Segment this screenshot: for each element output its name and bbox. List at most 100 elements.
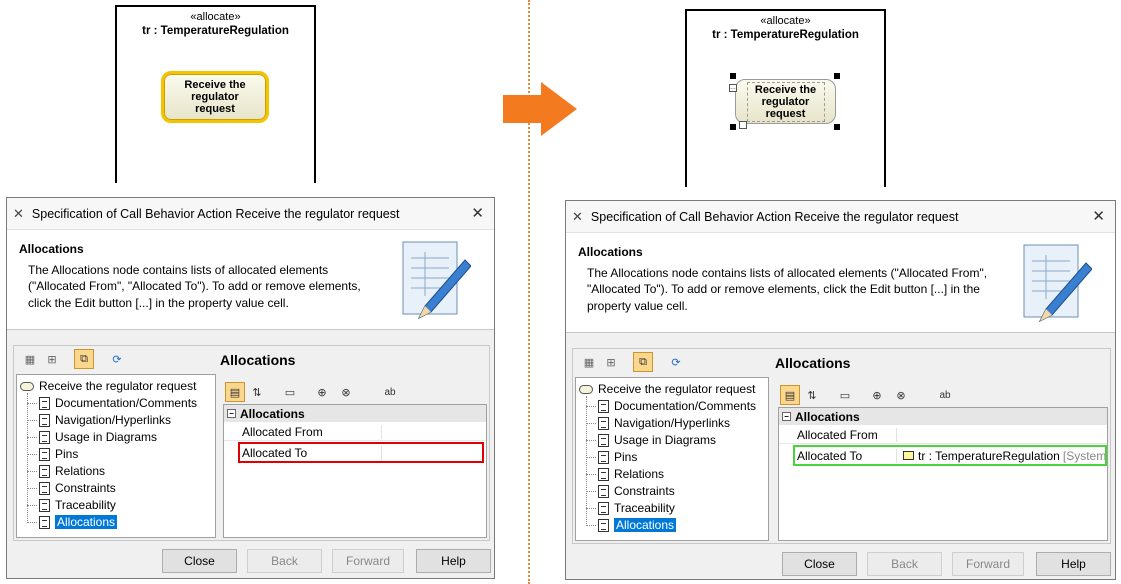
hierarchy-icon[interactable]: ⊞ — [43, 350, 61, 368]
app-icon: ✕ — [572, 208, 583, 224]
tree-item-allocations[interactable]: Allocations — [27, 514, 118, 530]
smart-manipulator-icon[interactable] — [739, 121, 747, 129]
dialog-title: Specification of Call Behavior Action Re… — [31, 206, 400, 221]
tree-item-relations[interactable]: Relations — [586, 466, 664, 482]
info-line: The Allocations node contains lists of a… — [587, 266, 988, 280]
property-row-highlighted[interactable]: Allocated To tr : TemperatureRegulation … — [793, 445, 1107, 466]
selection-handle[interactable] — [730, 73, 736, 79]
tree-panel: Receive the regulator request Documentat… — [16, 374, 216, 538]
tree-item-constraints[interactable]: Constraints — [586, 483, 675, 499]
group-row[interactable]: − Allocations — [779, 408, 1107, 425]
collapse-toggle-icon[interactable]: − — [782, 412, 791, 421]
tree-item-relations[interactable]: Relations — [27, 463, 105, 479]
stereotype-label: «allocate» — [190, 11, 241, 23]
tree-item-navigation[interactable]: Navigation/Hyperlinks — [586, 415, 730, 431]
property-row[interactable]: Allocated From — [224, 423, 486, 441]
collapse-icon[interactable]: ⊗ — [337, 383, 355, 401]
page-icon — [598, 416, 609, 430]
call-behavior-action[interactable]: Receive the regulator request — [161, 71, 269, 123]
selection-handle[interactable] — [730, 124, 736, 130]
property-value-owner: [System — [1062, 448, 1107, 463]
expand-icon[interactable]: ⊕ — [313, 383, 331, 401]
property-row[interactable]: Allocated From — [779, 426, 1107, 444]
collapse-icon[interactable]: ⊗ — [892, 386, 910, 404]
property-value[interactable]: tr : TemperatureRegulation — [918, 449, 1060, 463]
back-button[interactable]: Back — [867, 552, 942, 576]
page-icon — [39, 498, 50, 512]
tree-item-pins[interactable]: Pins — [586, 449, 637, 465]
page-icon — [39, 430, 50, 444]
grid-view-icon[interactable]: ▦ — [21, 350, 39, 368]
tree-item-documentation[interactable]: Documentation/Comments — [27, 395, 197, 411]
tree-root[interactable]: Receive the regulator request — [579, 381, 755, 397]
property-row-highlighted[interactable]: Allocated To — [238, 442, 484, 463]
close-button[interactable]: Close — [162, 549, 237, 573]
info-heading: Allocations — [19, 242, 84, 256]
close-icon[interactable]: ✕ — [471, 204, 484, 222]
smart-manipulator-icon[interactable]: … — [729, 84, 737, 92]
info-line: "Allocated To"). To add or remove elemen… — [587, 282, 980, 297]
collapse-toggle-icon[interactable]: − — [227, 409, 236, 418]
dialog-titlebar: ✕ Specification of Call Behavior Action … — [566, 201, 1115, 233]
info-description: The Allocations node contains lists of a… — [587, 265, 987, 314]
tree-root-label: Receive the regulator request — [39, 379, 197, 393]
forward-button[interactable]: Forward — [952, 552, 1024, 576]
lane-name: tr : TemperatureRegulation — [142, 25, 289, 37]
group-row[interactable]: − Allocations — [224, 405, 486, 422]
copy-icon[interactable]: ⧉ — [74, 349, 94, 369]
categorized-icon[interactable]: ▤ — [225, 382, 245, 402]
property-grid: − Allocations Allocated From Allocated T… — [778, 407, 1108, 541]
hierarchy-icon[interactable]: ⊞ — [602, 353, 620, 371]
help-button[interactable]: Help — [1036, 552, 1111, 576]
spellcheck-icon[interactable]: ab — [381, 383, 399, 401]
tree-root[interactable]: Receive the regulator request — [20, 378, 196, 394]
refresh-icon[interactable]: ⟳ — [108, 350, 126, 368]
swimlane-header: «allocate» tr : TemperatureRegulation — [115, 5, 316, 47]
page-icon — [598, 450, 609, 464]
close-icon[interactable]: ✕ — [1092, 207, 1105, 225]
close-button[interactable]: Close — [782, 552, 857, 576]
info-line: ("Allocated From", "Allocated To"). To a… — [28, 279, 361, 294]
spellcheck-icon[interactable]: ab — [936, 386, 954, 404]
selection-handle[interactable] — [834, 124, 840, 130]
specification-dialog: ✕ Specification of Call Behavior Action … — [565, 200, 1116, 580]
info-line: click the Edit button [...] in the prope… — [28, 295, 289, 310]
sort-icon[interactable]: ⇅ — [248, 383, 266, 401]
copy-icon[interactable]: ⧉ — [633, 352, 653, 372]
property-name: Allocated To — [240, 445, 382, 460]
action-label: Receive the regulator request — [746, 81, 825, 122]
document-pencil-icon — [1023, 244, 1092, 323]
selection-handle[interactable] — [834, 73, 840, 79]
tree-item-pins[interactable]: Pins — [27, 446, 78, 462]
tree-item-navigation[interactable]: Navigation/Hyperlinks — [27, 412, 171, 428]
call-behavior-action[interactable]: Receive the regulator request — [735, 79, 836, 124]
transition-arrow-icon — [503, 82, 577, 136]
expand-icon[interactable]: ⊕ — [868, 386, 886, 404]
property-grid: − Allocations Allocated From Allocated T… — [223, 404, 487, 538]
dialog-title: Specification of Call Behavior Action Re… — [590, 209, 959, 224]
section-title: Allocations — [220, 352, 296, 368]
tree-item-constraints[interactable]: Constraints — [27, 480, 116, 496]
grid-view-icon[interactable]: ▦ — [580, 353, 598, 371]
page-icon — [39, 481, 50, 495]
tree-item-allocations[interactable]: Allocations — [586, 517, 677, 533]
tree-item-usage[interactable]: Usage in Diagrams — [27, 429, 157, 445]
tree-item-documentation[interactable]: Documentation/Comments — [586, 398, 756, 414]
field-icon[interactable]: ▭ — [281, 383, 299, 401]
categorized-icon[interactable]: ▤ — [780, 385, 800, 405]
info-line: property value cell. — [587, 298, 688, 313]
page-icon — [39, 447, 50, 461]
part-icon — [903, 451, 914, 460]
group-label: Allocations — [240, 406, 305, 421]
forward-button[interactable]: Forward — [332, 549, 404, 573]
tree-item-traceability[interactable]: Traceability — [586, 500, 675, 516]
tree-panel: Receive the regulator request Documentat… — [575, 377, 769, 541]
help-button[interactable]: Help — [416, 549, 491, 573]
field-icon[interactable]: ▭ — [836, 386, 854, 404]
tree-item-traceability[interactable]: Traceability — [27, 497, 116, 513]
back-button[interactable]: Back — [247, 549, 322, 573]
sort-icon[interactable]: ⇅ — [803, 386, 821, 404]
page-icon — [598, 467, 609, 481]
refresh-icon[interactable]: ⟳ — [667, 353, 685, 371]
tree-item-usage[interactable]: Usage in Diagrams — [586, 432, 716, 448]
